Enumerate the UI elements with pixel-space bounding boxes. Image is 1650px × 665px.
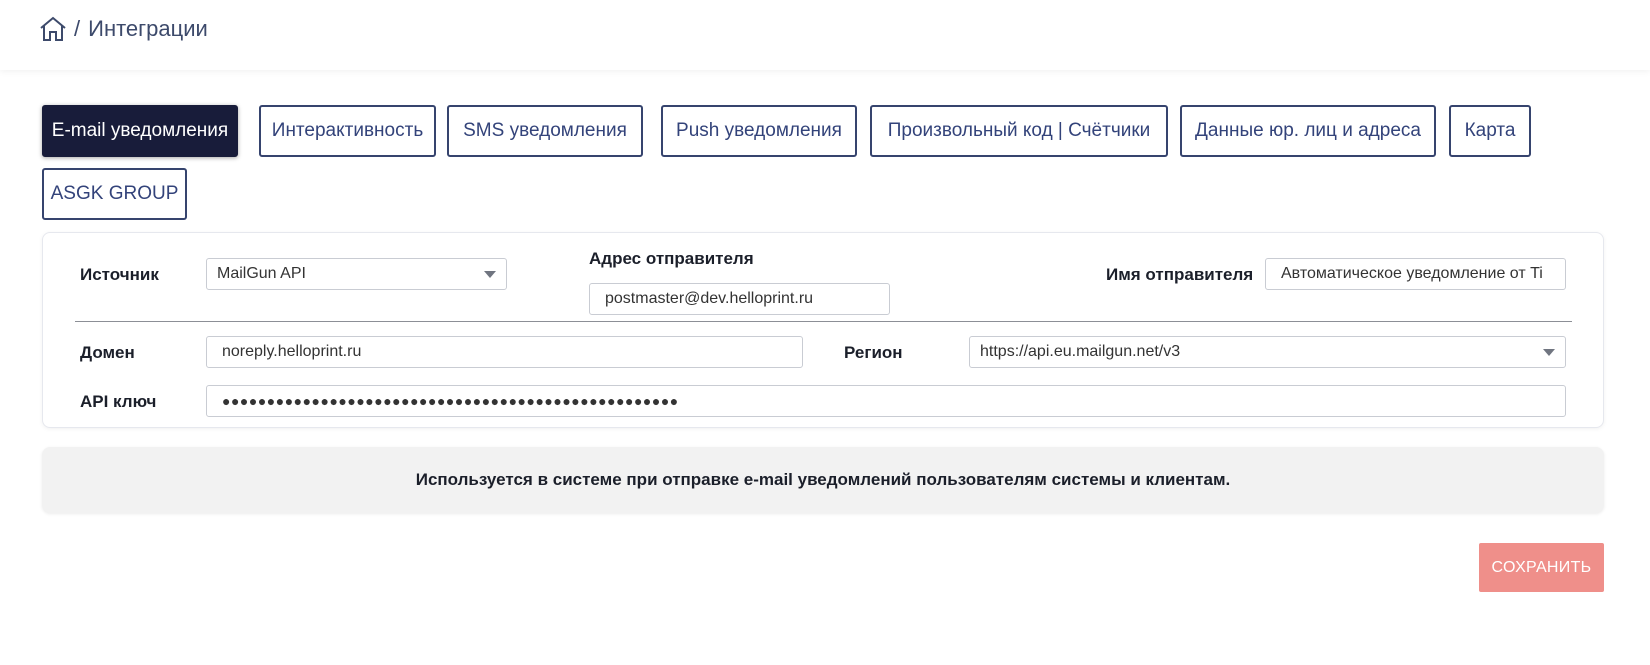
- domain-input[interactable]: noreply.helloprint.ru: [206, 336, 803, 368]
- top-bar: / Интеграции: [0, 0, 1650, 70]
- sender-address-label: Адрес отправителя: [589, 249, 754, 268]
- home-icon[interactable]: [38, 15, 68, 43]
- api-key-label: API ключ: [80, 392, 157, 411]
- breadcrumb-current: Интеграции: [88, 16, 208, 41]
- sender-name-label: Имя отправителя: [1106, 265, 1254, 284]
- tab-sms-notifications[interactable]: SMS уведомления: [447, 105, 643, 157]
- section-divider: [75, 321, 1572, 322]
- tab-push-notifications[interactable]: Push уведомления: [661, 105, 857, 157]
- breadcrumb: / Интеграции: [38, 15, 208, 43]
- domain-value: noreply.helloprint.ru: [222, 343, 362, 360]
- sender-address-input[interactable]: postmaster@dev.helloprint.ru: [589, 283, 890, 315]
- chevron-down-icon: [484, 271, 496, 278]
- region-label: Регион: [844, 343, 903, 362]
- source-label: Источник: [80, 265, 159, 284]
- api-key-input[interactable]: ●●●●●●●●●●●●●●●●●●●●●●●●●●●●●●●●●●●●●●●●…: [206, 385, 1566, 417]
- source-select[interactable]: MailGun API: [206, 258, 507, 290]
- sender-name-input[interactable]: Автоматическое уведомление от Ti: [1265, 258, 1566, 290]
- region-select[interactable]: https://api.eu.mailgun.net/v3: [969, 336, 1566, 368]
- tab-email-notifications[interactable]: E-mail уведомления: [42, 105, 238, 157]
- region-value: https://api.eu.mailgun.net/v3: [980, 343, 1181, 360]
- email-settings-card: Источник MailGun API Адрес отправителя p…: [42, 232, 1604, 428]
- tab-legal-entities-addresses[interactable]: Данные юр. лиц и адреса: [1180, 105, 1436, 157]
- tab-asgk-group[interactable]: ASGK GROUP: [42, 168, 187, 220]
- sender-address-value: postmaster@dev.helloprint.ru: [605, 290, 814, 307]
- domain-label: Домен: [80, 343, 135, 362]
- save-button[interactable]: СОХРАНИТЬ: [1479, 543, 1604, 592]
- source-value: MailGun API: [217, 265, 306, 282]
- tab-map[interactable]: Карта: [1449, 105, 1531, 157]
- api-key-value: ●●●●●●●●●●●●●●●●●●●●●●●●●●●●●●●●●●●●●●●●…: [222, 393, 679, 409]
- info-text: Используется в системе при отправке e-ma…: [415, 470, 1231, 489]
- info-panel: Используется в системе при отправке e-ma…: [42, 447, 1604, 513]
- tab-custom-code-counters[interactable]: Произвольный код | Счётчики: [870, 105, 1168, 157]
- breadcrumb-separator: /: [74, 16, 81, 41]
- sender-name-value: Автоматическое уведомление от Ti: [1281, 265, 1543, 282]
- tab-interactivity[interactable]: Интерактивность: [259, 105, 436, 157]
- chevron-down-icon: [1543, 349, 1555, 356]
